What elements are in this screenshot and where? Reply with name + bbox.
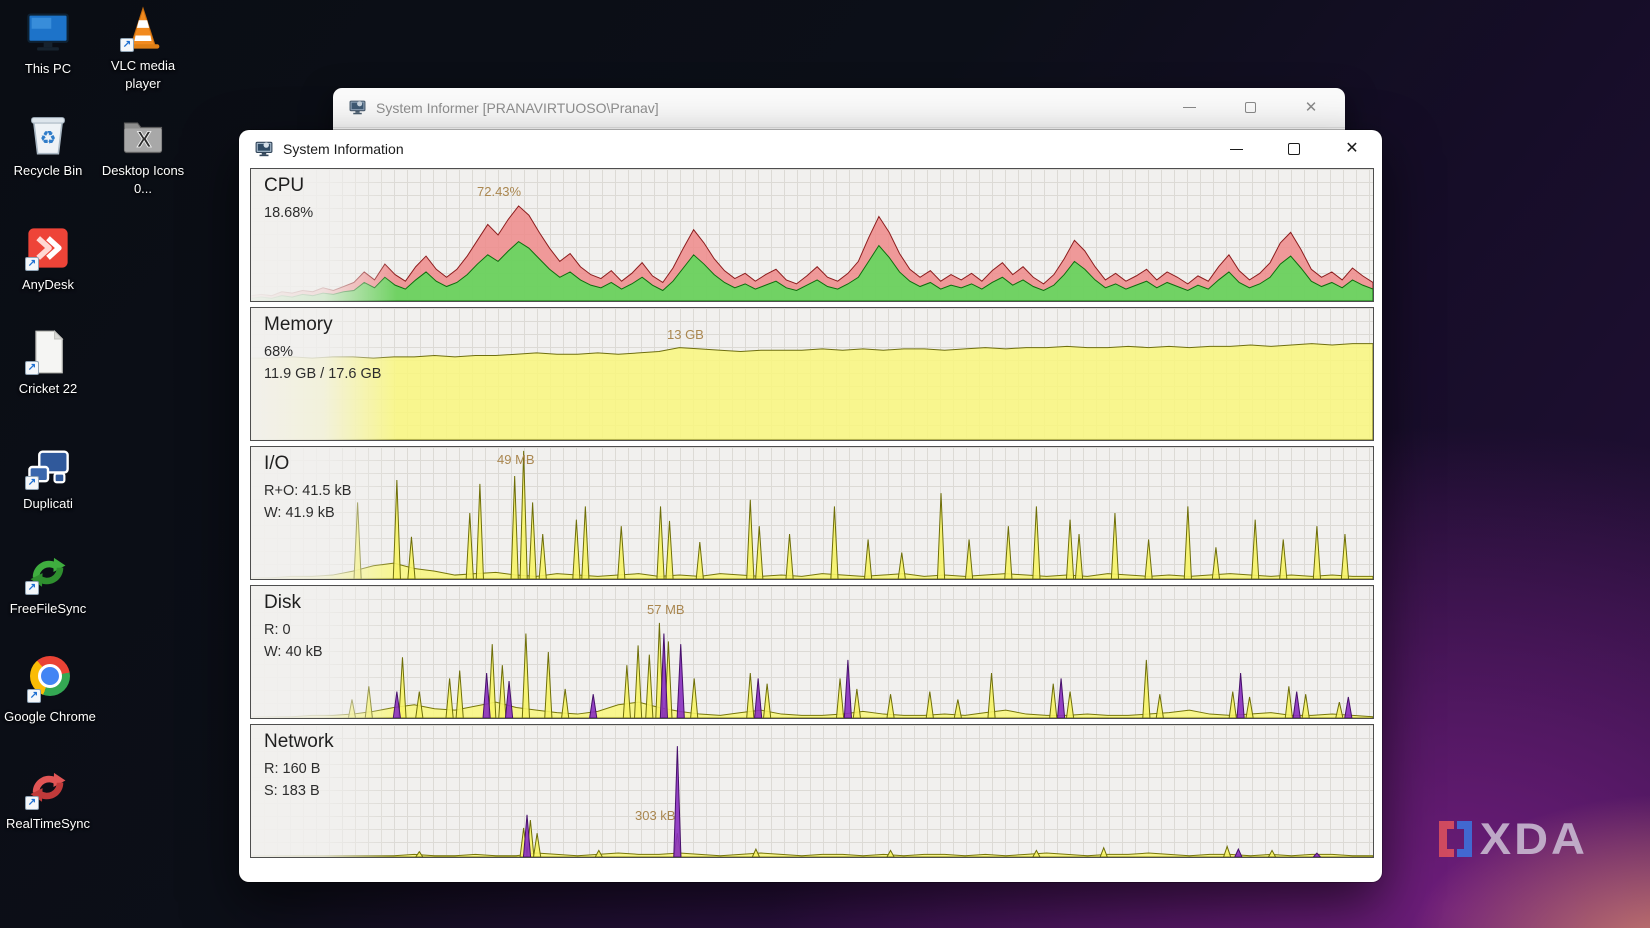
memory-amount: 11.9 GB / 17.6 GB [264, 366, 381, 382]
disk-peak-label: 57 MB [647, 602, 685, 617]
network-send-value: S: 183 B [264, 783, 320, 799]
system-informer-app-icon [349, 99, 366, 116]
close-icon: ✕ [1305, 100, 1318, 115]
network-chart [251, 725, 1373, 857]
desktop-icon-google-chrome[interactable]: ↗ Google Chrome [2, 652, 98, 726]
icon-label: Cricket 22 [0, 380, 96, 398]
close-button[interactable]: ✕ [1291, 93, 1331, 123]
shortcut-arrow-icon: ↗ [25, 257, 39, 271]
icon-label: Desktop Icons 0... [95, 162, 191, 197]
desktop-icon-this-pc[interactable]: This PC [0, 8, 96, 78]
panel-title: I/O [264, 453, 289, 475]
memory-peak-label: 13 GB [667, 327, 704, 342]
desktop-icon-freefilesync[interactable]: ↗ FreeFileSync [0, 548, 96, 618]
svg-text:♻: ♻ [40, 127, 57, 148]
memory-usage-chart [251, 308, 1373, 440]
cpu-peak-label: 72.43% [477, 184, 521, 199]
panel-title: CPU [264, 175, 304, 197]
recycle-bin-icon: ♻ [24, 110, 72, 158]
shortcut-arrow-icon: ↗ [25, 581, 39, 595]
io-write-value: W: 41.9 kB [264, 505, 335, 521]
icon-label: AnyDesk [0, 276, 96, 294]
icon-label: Duplicati [0, 495, 96, 513]
desktop-icon-recycle-bin[interactable]: ♻ Recycle Bin [0, 110, 96, 180]
chrome-icon: ↗ [26, 656, 74, 704]
window-title: System Information [283, 141, 1214, 157]
duplicati-icon: ↗ [24, 443, 72, 491]
xda-logo: XDA [1439, 811, 1588, 866]
desktop-icon-desktop-icons-folder[interactable]: X Desktop Icons 0... [95, 110, 191, 197]
network-receive-value: R: 160 B [264, 761, 320, 777]
network-graph-panel[interactable]: Network R: 160 B S: 183 B 303 kB [250, 724, 1374, 858]
folder-x-icon: X [119, 110, 167, 158]
freefilesync-icon: ↗ [24, 548, 72, 596]
icon-label: FreeFileSync [0, 600, 96, 618]
panel-title: Network [264, 731, 334, 753]
desktop-icon-vlc[interactable]: ↗ VLC media player [95, 5, 191, 92]
anydesk-icon: ↗ [24, 224, 72, 272]
disk-read-value: R: 0 [264, 622, 291, 638]
icon-label: This PC [0, 60, 96, 78]
io-peak-label: 49 MB [497, 452, 535, 467]
maximize-button[interactable] [1230, 93, 1270, 123]
system-information-titlebar[interactable]: System Information ✕ [239, 130, 1382, 168]
cpu-current-value: 18.68% [264, 205, 313, 221]
disk-graph-panel[interactable]: Disk R: 0 W: 40 kB 57 MB [250, 585, 1374, 719]
io-chart [251, 447, 1373, 579]
desktop-icon-duplicati[interactable]: ↗ Duplicati [0, 443, 96, 513]
maximize-icon [1288, 143, 1300, 155]
close-icon: ✕ [1345, 141, 1358, 157]
realtimesync-icon: ↗ [24, 763, 72, 811]
document-icon: ↗ [24, 328, 72, 376]
system-informer-titlebar[interactable]: System Informer [PRANAVIRTUOSO\Pranav] ✕ [333, 88, 1345, 128]
desktop-icon-realtimesync[interactable]: ↗ RealTimeSync [0, 763, 96, 833]
desktop-icon-anydesk[interactable]: ↗ AnyDesk [0, 224, 96, 294]
shortcut-arrow-icon: ↗ [120, 38, 134, 52]
xda-wordmark: XDA [1480, 812, 1588, 864]
svg-text:X: X [137, 127, 152, 152]
minimize-button[interactable] [1214, 133, 1258, 165]
panel-title: Disk [264, 592, 301, 614]
xda-bracket-right-icon [1457, 821, 1472, 857]
shortcut-arrow-icon: ↗ [25, 361, 39, 375]
cpu-graph-panel[interactable]: CPU 18.68% 72.43% [250, 168, 1374, 302]
desktop-icon-cricket-22[interactable]: ↗ Cricket 22 [0, 328, 96, 398]
disk-write-value: W: 40 kB [264, 644, 323, 660]
cpu-usage-chart [251, 169, 1373, 301]
panel-title: Memory [264, 314, 333, 336]
system-information-app-icon [255, 140, 273, 158]
icon-label: VLC media player [95, 57, 191, 92]
shortcut-arrow-icon: ↗ [25, 796, 39, 810]
io-graph-panel[interactable]: I/O R+O: 41.5 kB W: 41.9 kB 49 MB [250, 446, 1374, 580]
icon-label: Recycle Bin [0, 162, 96, 180]
background-window-title: System Informer [PRANAVIRTUOSO\Pranav] [376, 100, 1169, 116]
close-button[interactable]: ✕ [1330, 133, 1374, 165]
network-peak-label: 303 kB [635, 808, 675, 823]
disk-chart [251, 586, 1373, 718]
io-read-value: R+O: 41.5 kB [264, 483, 351, 499]
memory-graph-panel[interactable]: Memory 68% 11.9 GB / 17.6 GB 13 GB [250, 307, 1374, 441]
minimize-icon [1230, 149, 1243, 150]
system-information-window: System Information ✕ CPU 18.68% 72.43% M… [239, 130, 1382, 882]
vlc-icon: ↗ [119, 5, 167, 53]
shortcut-arrow-icon: ↗ [27, 689, 41, 703]
maximize-button[interactable] [1272, 133, 1316, 165]
icon-label: Google Chrome [2, 708, 98, 726]
this-pc-icon [24, 8, 72, 56]
xda-bracket-left-icon [1439, 821, 1454, 857]
maximize-icon [1245, 102, 1256, 113]
minimize-icon [1183, 107, 1196, 108]
icon-label: RealTimeSync [0, 815, 96, 833]
minimize-button[interactable] [1169, 93, 1209, 123]
shortcut-arrow-icon: ↗ [25, 476, 39, 490]
memory-percent: 68% [264, 344, 293, 360]
